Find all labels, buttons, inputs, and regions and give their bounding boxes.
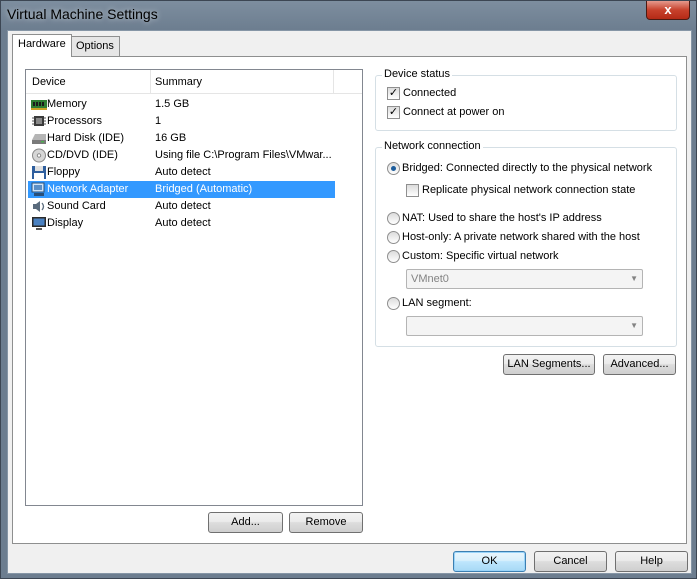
connect-at-power-on-label[interactable]: Connect at power on [403,106,505,118]
device-name: Processors [47,115,103,127]
device-summary: Auto detect [155,217,211,229]
close-icon: x [664,2,672,17]
custom-network-select[interactable]: VMnet0 ▼ [406,269,643,289]
check-mark-icon: ✓ [388,87,399,99]
custom-radio[interactable] [387,250,400,263]
help-button[interactable]: Help [615,551,688,572]
table-row[interactable]: Memory 1.5 GB [28,96,335,113]
replicate-state-checkbox[interactable] [406,184,419,197]
lan-segment-select[interactable]: ▼ [406,316,643,336]
connected-label[interactable]: Connected [403,87,456,99]
column-header-device[interactable]: Device [32,76,66,88]
device-summary: 1 [155,115,162,127]
remove-button[interactable]: Remove [289,512,363,533]
title-bar[interactable]: Virtual Machine Settings x [1,1,696,29]
cd-dvd-icon [32,148,46,163]
close-button[interactable]: x [646,1,690,20]
check-mark-icon: ✓ [388,106,399,118]
lan-segments-button[interactable]: LAN Segments... [503,354,595,375]
table-row[interactable]: Hard Disk (IDE) 16 GB [28,130,335,147]
table-row[interactable]: Sound Card Auto detect [28,198,335,215]
bridged-radio[interactable] [387,162,400,175]
device-summary: Auto detect [155,166,211,178]
processor-icon [32,116,46,126]
device-summary: Bridged (Automatic) [155,183,253,195]
table-row[interactable]: Display Auto detect [28,215,335,232]
connect-at-power-on-checkbox[interactable]: ✓ [387,106,400,119]
table-row[interactable]: Floppy Auto detect [28,164,335,181]
custom-label[interactable]: Custom: Specific virtual network [402,250,559,262]
device-list[interactable]: Device Summary Memory 1.5 GB Processors … [25,69,363,506]
window-title: Virtual Machine Settings [7,6,158,22]
lan-segment-radio[interactable] [387,297,400,310]
device-name: Display [47,217,84,229]
network-connection-group: Network connection Bridged: Connected di… [375,140,677,347]
dialog-window: Virtual Machine Settings x Hardware Opti… [0,0,697,579]
nat-label[interactable]: NAT: Used to share the host's IP address [402,212,602,224]
table-row[interactable]: Network Adapter Bridged (Automatic) [28,181,335,198]
column-divider[interactable] [333,70,334,94]
device-name: Network Adapter [47,183,129,195]
hardware-panel: Device Summary Memory 1.5 GB Processors … [12,56,687,544]
device-summary: 1.5 GB [155,98,190,110]
tab-options[interactable]: Options [70,36,120,56]
device-status-group: Device status ✓ Connected ✓ Connect at p… [375,68,677,131]
list-header: Device Summary [26,70,362,94]
device-name: Memory [47,98,87,110]
custom-network-value: VMnet0 [411,273,449,285]
table-row[interactable]: CD/DVD (IDE) Using file C:\Program Files… [28,147,335,164]
display-icon [32,217,46,230]
device-name: Sound Card [47,200,106,212]
device-summary: 16 GB [155,132,187,144]
tab-hardware[interactable]: Hardware [12,34,72,57]
device-name: CD/DVD (IDE) [47,149,118,161]
replicate-state-label[interactable]: Replicate physical network connection st… [422,184,635,196]
hard-disk-icon [32,134,46,144]
sound-card-icon [33,201,45,212]
table-row[interactable]: Processors 1 [28,113,335,130]
chevron-down-icon: ▼ [630,274,638,283]
column-divider[interactable] [150,70,151,94]
device-status-label: Device status [382,68,453,80]
cancel-button[interactable]: Cancel [534,551,607,572]
nat-radio[interactable] [387,212,400,225]
lan-segment-label[interactable]: LAN segment: [402,297,472,309]
ok-button[interactable]: OK [453,551,526,572]
bridged-label[interactable]: Bridged: Connected directly to the physi… [402,162,652,174]
dialog-client: Hardware Options Device Summary Memory 1… [7,30,692,574]
network-connection-label: Network connection [382,140,483,152]
floppy-icon [32,166,46,179]
network-adapter-icon [31,182,45,196]
memory-icon [31,100,47,110]
host-only-label[interactable]: Host-only: A private network shared with… [402,231,640,243]
connected-checkbox[interactable]: ✓ [387,87,400,100]
host-only-radio[interactable] [387,231,400,244]
add-button[interactable]: Add... [208,512,283,533]
device-name: Hard Disk (IDE) [47,132,125,144]
device-name: Floppy [47,166,81,178]
advanced-button[interactable]: Advanced... [603,354,676,375]
column-header-summary[interactable]: Summary [155,76,202,88]
chevron-down-icon: ▼ [630,321,638,330]
device-summary: Using file C:\Program Files\VMwar... [155,149,332,161]
device-summary: Auto detect [155,200,211,212]
